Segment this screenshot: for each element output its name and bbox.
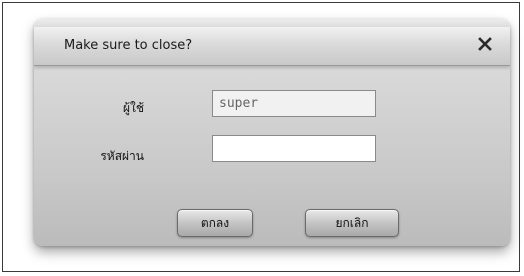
close-confirm-dialog: Make sure to close? ผู้ใช้ รหัสผ่าน ตกลง…: [34, 19, 510, 246]
close-button[interactable]: [474, 33, 496, 55]
dialog-top-edge: [34, 19, 510, 27]
close-icon: [478, 37, 492, 51]
password-input[interactable]: [212, 135, 376, 162]
username-label: ผู้ใช้: [122, 101, 144, 115]
dialog-title: Make sure to close?: [64, 38, 193, 53]
dialog-titlebar: Make sure to close?: [34, 27, 510, 66]
username-input[interactable]: [212, 90, 376, 117]
ok-button[interactable]: ตกลง: [177, 209, 253, 237]
cancel-button[interactable]: ยกเลิก: [305, 209, 399, 237]
password-label: รหัสผ่าน: [100, 149, 144, 163]
